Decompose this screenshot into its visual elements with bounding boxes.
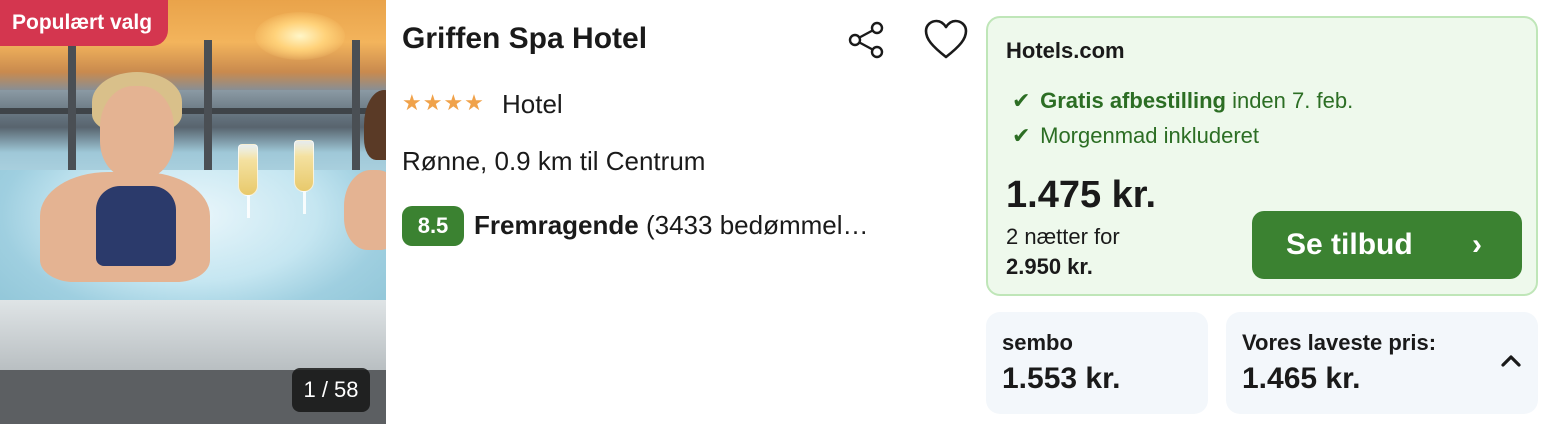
lowest-price-card[interactable]: Vores laveste pris: 1.465 kr. [1226, 312, 1538, 414]
photo-swimsuit [96, 186, 176, 266]
photo-sea [0, 90, 386, 120]
hotel-photo[interactable]: Populært valg 1 / 58 [0, 0, 386, 424]
photo-counter: 1 / 58 [292, 368, 370, 412]
property-type: Hotel [502, 89, 563, 119]
star-rating: ★★★★ [402, 90, 485, 115]
share-icon[interactable] [844, 20, 888, 60]
rating-word: Fremragende [474, 210, 639, 240]
photo-sun [255, 12, 345, 60]
popular-badge: Populært valg [0, 0, 169, 46]
review-score-badge: 8.5 [402, 206, 464, 246]
breakfast-included: ✔ Morgenmad inkluderet [1012, 123, 1259, 149]
photo-pillar [352, 40, 360, 180]
photo-pillar [68, 40, 76, 180]
lowest-price-value: 1.465 kr. [1242, 362, 1361, 395]
feature-detail: inden 7. feb. [1232, 88, 1354, 113]
photo-champagne-glass [238, 144, 258, 196]
provider-price: 1.553 kr. [1002, 362, 1121, 395]
offer-provider: Hotels.com [1006, 38, 1125, 63]
feature-strong: Gratis afbestilling [1040, 88, 1226, 113]
review-summary[interactable]: Fremragende (3433 bedømmel… [474, 210, 869, 241]
photo-glass-stem [247, 196, 250, 218]
see-offer-button[interactable]: Se tilbud › [1252, 211, 1522, 279]
checkmark-icon: ✔ [1012, 123, 1031, 148]
provider-name: sembo [1002, 330, 1073, 355]
feature-label: Morgenmad inkluderet [1040, 123, 1260, 148]
photo-rail [0, 108, 386, 114]
provider-card-sembo[interactable]: sembo 1.553 kr. [986, 312, 1208, 414]
photo-person-body [344, 170, 386, 250]
heart-icon[interactable] [922, 18, 970, 62]
chevron-right-icon: › [1472, 228, 1482, 261]
featured-offer[interactable]: Hotels.com ✔ Gratis afbestilling inden 7… [986, 16, 1538, 296]
nightly-price: 1.475 kr. [1006, 174, 1157, 216]
checkmark-icon: ✔ [1012, 88, 1031, 113]
review-count: (3433 bedømmel… [645, 210, 869, 240]
total-price: 2.950 kr. [1006, 254, 1093, 279]
hotel-location: Rønne, 0.9 km til Centrum [402, 146, 706, 176]
chevron-up-icon[interactable] [1498, 348, 1524, 374]
photo-glass-stem [303, 192, 306, 214]
photo-champagne-glass [294, 140, 314, 192]
free-cancellation: ✔ Gratis afbestilling inden 7. feb. [1012, 88, 1353, 114]
nights-label: 2 nætter for [1006, 224, 1120, 249]
hotel-name[interactable]: Griffen Spa Hotel [402, 22, 647, 56]
see-offer-label: Se tilbud [1286, 228, 1413, 261]
lowest-price-label: Vores laveste pris: [1242, 330, 1437, 355]
photo-person-face [100, 86, 174, 178]
photo-pillar [204, 40, 212, 180]
photo-tub-rim [0, 300, 386, 370]
